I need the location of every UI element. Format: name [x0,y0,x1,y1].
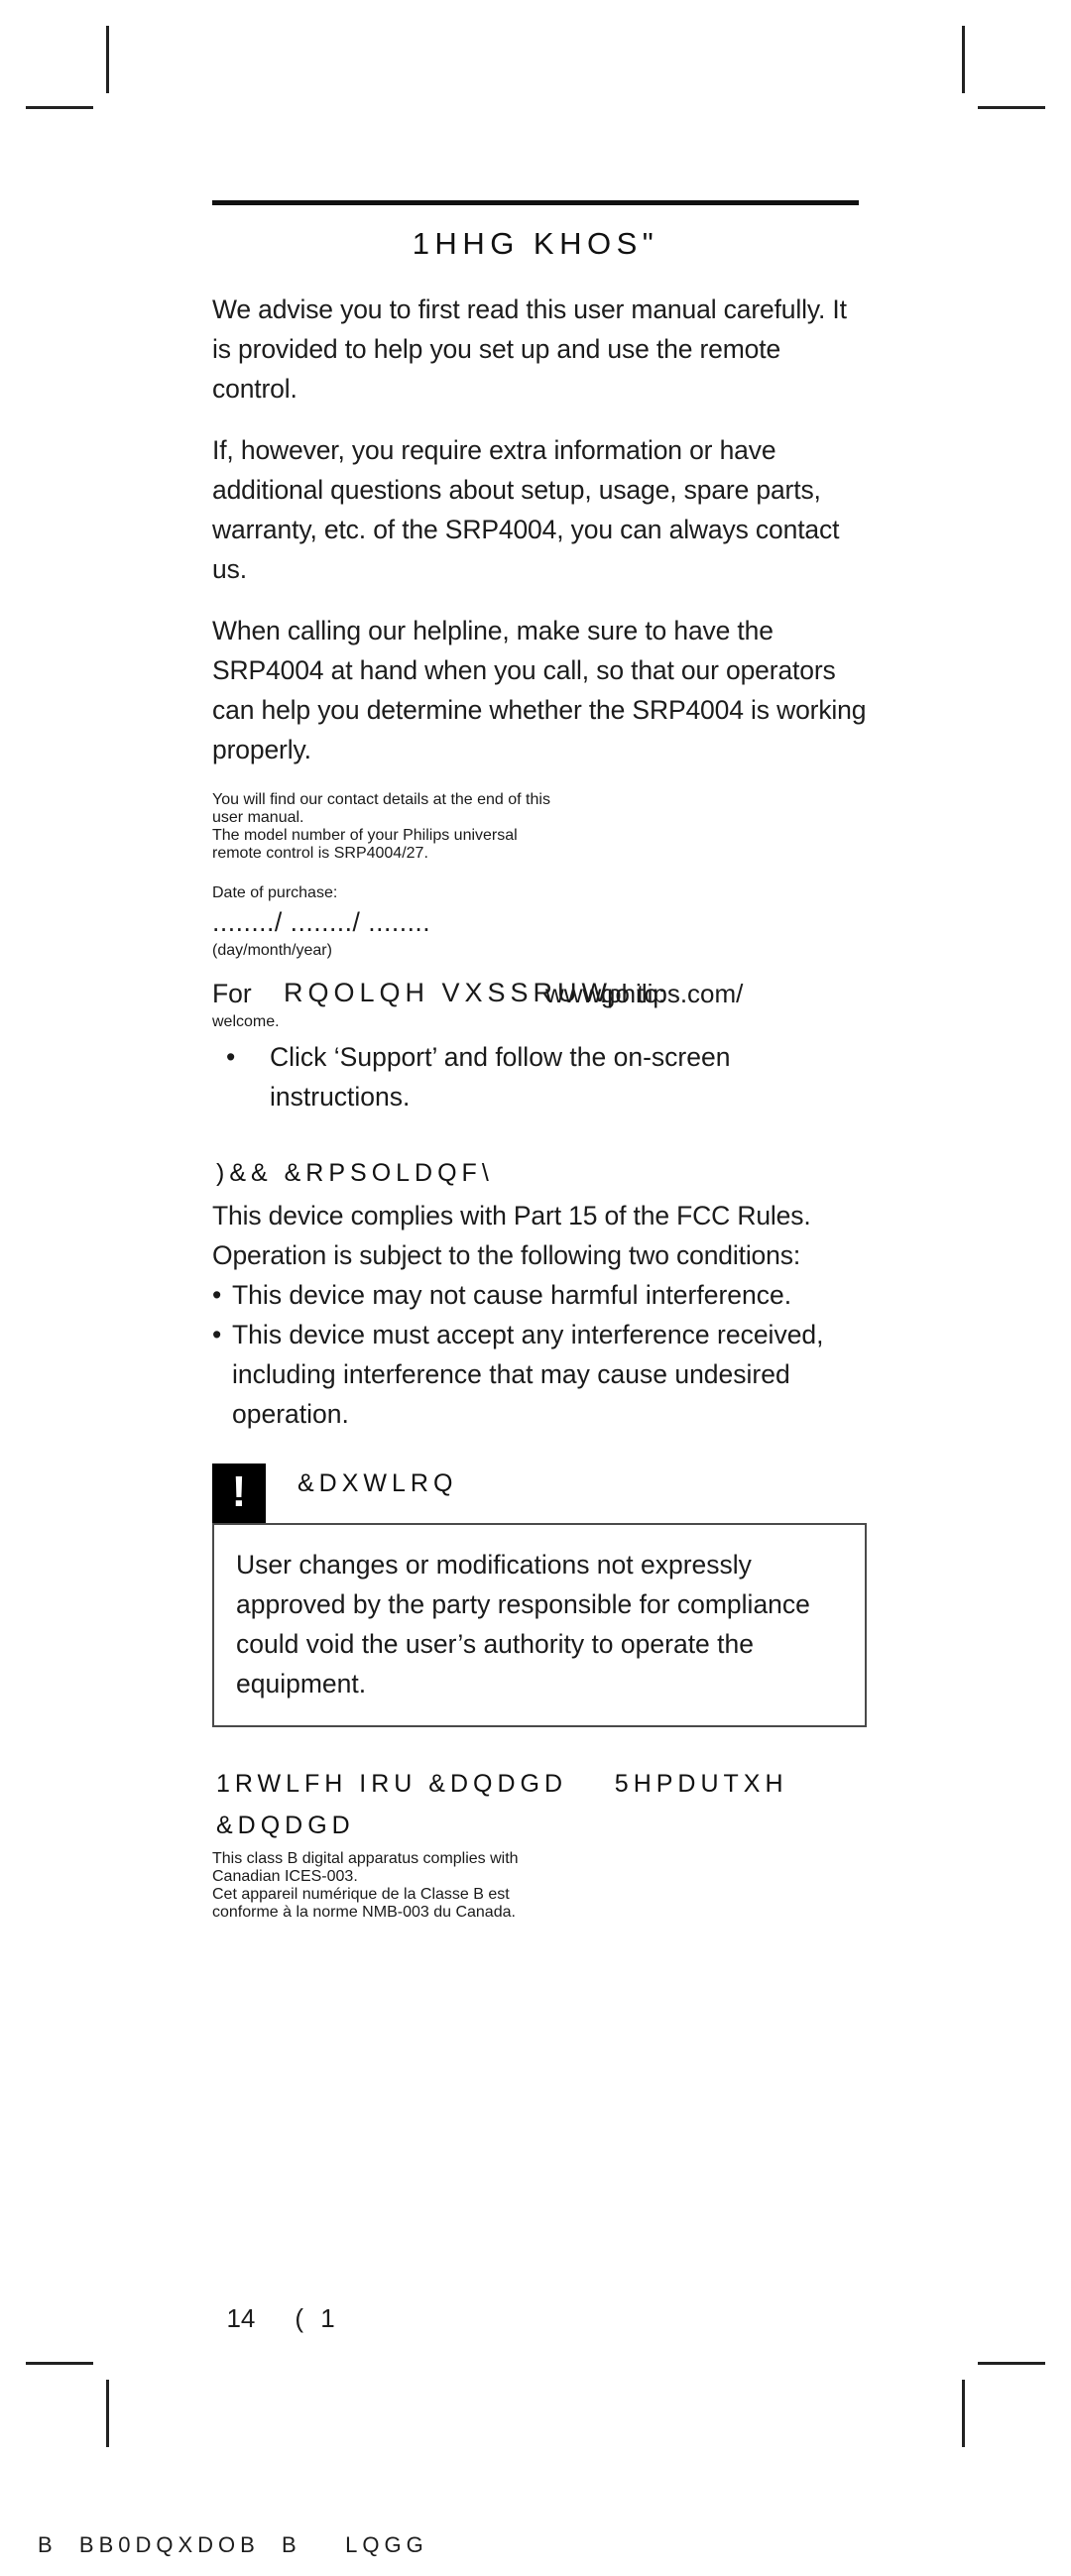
fcc-intro-text: This device complies with Part 15 of the… [212,1201,811,1270]
support-lead-text: For [212,979,252,1008]
contact-details-line-1: You will find our contact details at the… [212,791,550,808]
canada-line-3: Cet appareil numérique de la Classe B es… [212,1886,510,1903]
fcc-condition-2: This device must accept any interference… [232,1320,824,1429]
crop-mark-bottom-right-horizontal [978,2362,1045,2365]
caution-header: ! &DXWLRQ [212,1464,867,1523]
intro-paragraph-2: If, however, you require extra informati… [212,435,840,584]
support-bullet-text: Click ‘Support’ and follow the on-screen… [270,1042,731,1112]
support-goto-text: go to: [601,979,666,1008]
crop-mark-top-right-vertical [962,26,965,93]
caution-heading: &DXWLRQ [298,1469,458,1497]
date-format-hint: (day/month/year) [212,942,332,959]
bullet-dot-icon: • [226,1042,236,1072]
canada-line-2: Canadian ICES-003. [212,1868,358,1885]
title-divider-rule [212,200,859,205]
bullet-dot-icon: • [212,1280,222,1310]
print-file-stamp: B BB0DQXDOB B LQGG [38,2532,428,2557]
crop-mark-bottom-left-vertical [106,2380,109,2447]
support-trailing-text: welcome. [212,1013,280,1030]
fcc-conditions-list: • This device may not cause harmful inter… [212,1275,867,1434]
model-number-line-1: The model number of your Philips univers… [212,827,518,844]
canada-notice-heading: 1RWLFH IRU &DQDGD 5HPDUTXH &DQDGD [216,1770,788,1839]
page-footer-language-code: ( 1 [295,2303,340,2333]
intro-paragraph-3: When calling our helpline, make sure to … [212,616,867,764]
document-body: We advise you to first read this user ma… [212,290,867,1922]
caution-box: User changes or modifications not expres… [212,1523,867,1727]
crop-mark-bottom-right-vertical [962,2380,965,2447]
support-bullet-list: • Click ‘Support’ and follow the on-scree… [212,1037,867,1116]
date-of-purchase-label: Date of purchase: [212,884,338,901]
crop-mark-top-right-horizontal [978,106,1045,109]
canada-line-1: This class B digital apparatus complies … [212,1850,519,1867]
list-item: • This device must accept any interferenc… [212,1315,867,1434]
date-of-purchase-blank: ......../ ......../ ........ [212,907,431,937]
page-footer: 14 ( 1 [212,2273,340,2334]
bullet-dot-icon: • [212,1320,222,1349]
online-support-line: For RQOLQH VXSSRUW www.philips.com/ go t… [212,974,867,1013]
contact-details-line-2: user manual. [212,809,304,826]
crop-mark-bottom-left-horizontal [26,2362,93,2365]
crop-mark-top-left-vertical [106,26,109,93]
online-support-block: For RQOLQH VXSSRUW www.philips.com/ go t… [212,974,867,1031]
exclamation-warning-icon: ! [212,1464,266,1523]
fcc-compliancy-heading: )&& &RPSOLDQF\ [216,1159,494,1187]
intro-paragraph-4: You will find our contact details at the… [212,791,867,863]
page-title: 1HHG KHOS" [412,226,659,261]
canada-notice-body: This class B digital apparatus complies … [212,1850,867,1922]
date-of-purchase-block: Date of purchase: ......../ ......../ ..… [212,884,867,960]
intro-paragraph-1: We advise you to first read this user ma… [212,294,847,404]
fcc-condition-1: This device may not cause harmful interf… [232,1280,792,1310]
crop-mark-top-left-horizontal [26,106,93,109]
list-item: • This device may not cause harmful inter… [212,1275,867,1315]
list-item: • Click ‘Support’ and follow the on-scree… [212,1037,867,1116]
model-number-line-2: remote control is SRP4004/27. [212,845,428,862]
caution-body-text: User changes or modifications not expres… [236,1550,810,1698]
page-number: 14 [226,2303,256,2333]
canada-line-4: conforme à la norme NMB-003 du Canada. [212,1904,516,1921]
